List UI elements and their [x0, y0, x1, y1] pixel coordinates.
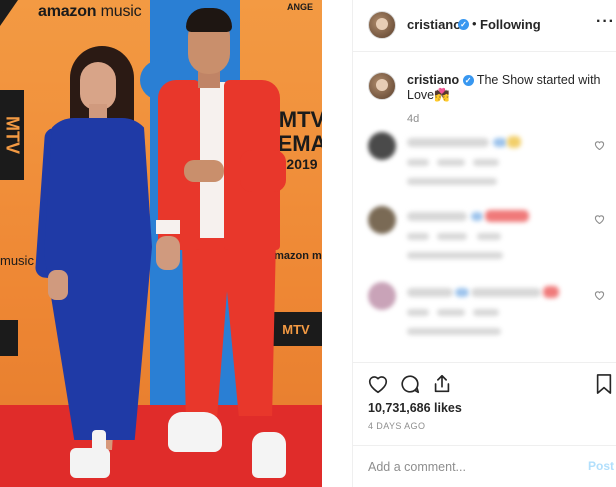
comment-like-heart-icon[interactable]	[594, 214, 605, 224]
caption-author-avatar[interactable]	[368, 72, 396, 100]
view-replies-blurred[interactable]	[407, 252, 503, 259]
music-logo-text: music	[0, 253, 34, 268]
comment-text-blurred	[407, 212, 467, 221]
woman-face	[80, 62, 116, 110]
author-username[interactable]: cristiano	[407, 17, 461, 32]
post-image[interactable]: amazon music music amazon music ANGE MTV…	[0, 0, 352, 487]
white-sneaker-right	[252, 432, 286, 478]
comment-meta-blurred	[407, 309, 429, 316]
comment-item	[353, 132, 616, 202]
post-panel: cristiano ✓ • Following ··· cristiano ✓ …	[352, 0, 616, 487]
comment-meta-blurred	[437, 233, 467, 240]
comment-meta-blurred	[437, 159, 465, 166]
comment-avatar[interactable]	[368, 132, 396, 160]
shirt-cuff	[156, 220, 180, 234]
like-heart-icon[interactable]	[367, 373, 389, 395]
comment-text-blurred	[471, 212, 483, 221]
comment-item	[353, 206, 616, 276]
bookmark-icon[interactable]	[594, 373, 616, 395]
comment-item	[353, 282, 616, 352]
post-timestamp[interactable]: 4 DAYS AGO	[368, 421, 425, 431]
comment-avatar[interactable]	[368, 282, 396, 310]
backdrop-corner	[0, 0, 18, 26]
image-gutter	[322, 0, 352, 487]
comment-text-blurred	[407, 288, 453, 297]
like-count[interactable]: 10,731,686 likes	[368, 401, 462, 415]
comment-emoji-blurred	[507, 136, 521, 148]
man-arm	[240, 150, 286, 192]
mtv-ema-logo: MTV EMA 2019	[277, 106, 327, 172]
add-comment-bar: Post	[353, 445, 616, 487]
woman-shoe	[70, 448, 110, 478]
woman-hand	[48, 270, 68, 300]
white-sneaker-left	[168, 412, 222, 452]
more-options-icon[interactable]: ···	[596, 13, 615, 31]
post-header: cristiano ✓ • Following ···	[353, 0, 616, 52]
separator-dot: •	[472, 16, 477, 31]
post-actions: 10,731,686 likes 4 DAYS AGO Post	[353, 362, 616, 487]
add-comment-input[interactable]	[368, 458, 568, 476]
caption: cristiano ✓ The Show started with Love💏	[407, 73, 607, 103]
comment-text-blurred	[471, 288, 541, 297]
verified-badge-icon: ✓	[462, 75, 474, 87]
following-button[interactable]: Following	[480, 17, 541, 32]
comment-meta-blurred	[437, 309, 465, 316]
comment-text-blurred	[407, 138, 489, 147]
caption-username[interactable]: cristiano	[407, 73, 459, 87]
comment-like-heart-icon[interactable]	[594, 140, 605, 150]
man-hair	[186, 8, 232, 32]
comment-like-heart-icon[interactable]	[594, 290, 605, 300]
mtv-logo-bottom-left	[0, 320, 18, 356]
mtv-logo-bottom: MTV	[270, 312, 322, 346]
comment-bubble-icon[interactable]	[399, 373, 421, 395]
comment-meta-blurred	[407, 159, 429, 166]
comment-emoji-blurred	[543, 286, 559, 298]
view-replies-blurred[interactable]	[407, 328, 501, 335]
man-pointing-hand	[184, 160, 224, 182]
comment-meta-blurred	[477, 233, 501, 240]
mtv-logo-left: MTV	[0, 90, 24, 180]
comment-text-blurred	[493, 138, 507, 147]
comment-text-blurred	[455, 288, 469, 297]
amazon-music-logo: amazon music	[38, 3, 142, 20]
ema-seal: ANGE	[286, 2, 313, 12]
comment-emoji-blurred	[485, 210, 529, 222]
view-replies-blurred[interactable]	[407, 178, 497, 185]
comment-meta-blurred	[473, 159, 499, 166]
comment-avatar[interactable]	[368, 206, 396, 234]
held-hands	[156, 236, 180, 270]
caption-time[interactable]: 4d	[407, 113, 419, 125]
verified-badge-icon: ✓	[458, 19, 469, 30]
comment-meta-blurred	[473, 309, 499, 316]
post-comment-button[interactable]: Post	[588, 459, 614, 473]
share-icon[interactable]	[431, 373, 453, 395]
comment-meta-blurred	[407, 233, 429, 240]
author-avatar[interactable]	[368, 11, 396, 39]
